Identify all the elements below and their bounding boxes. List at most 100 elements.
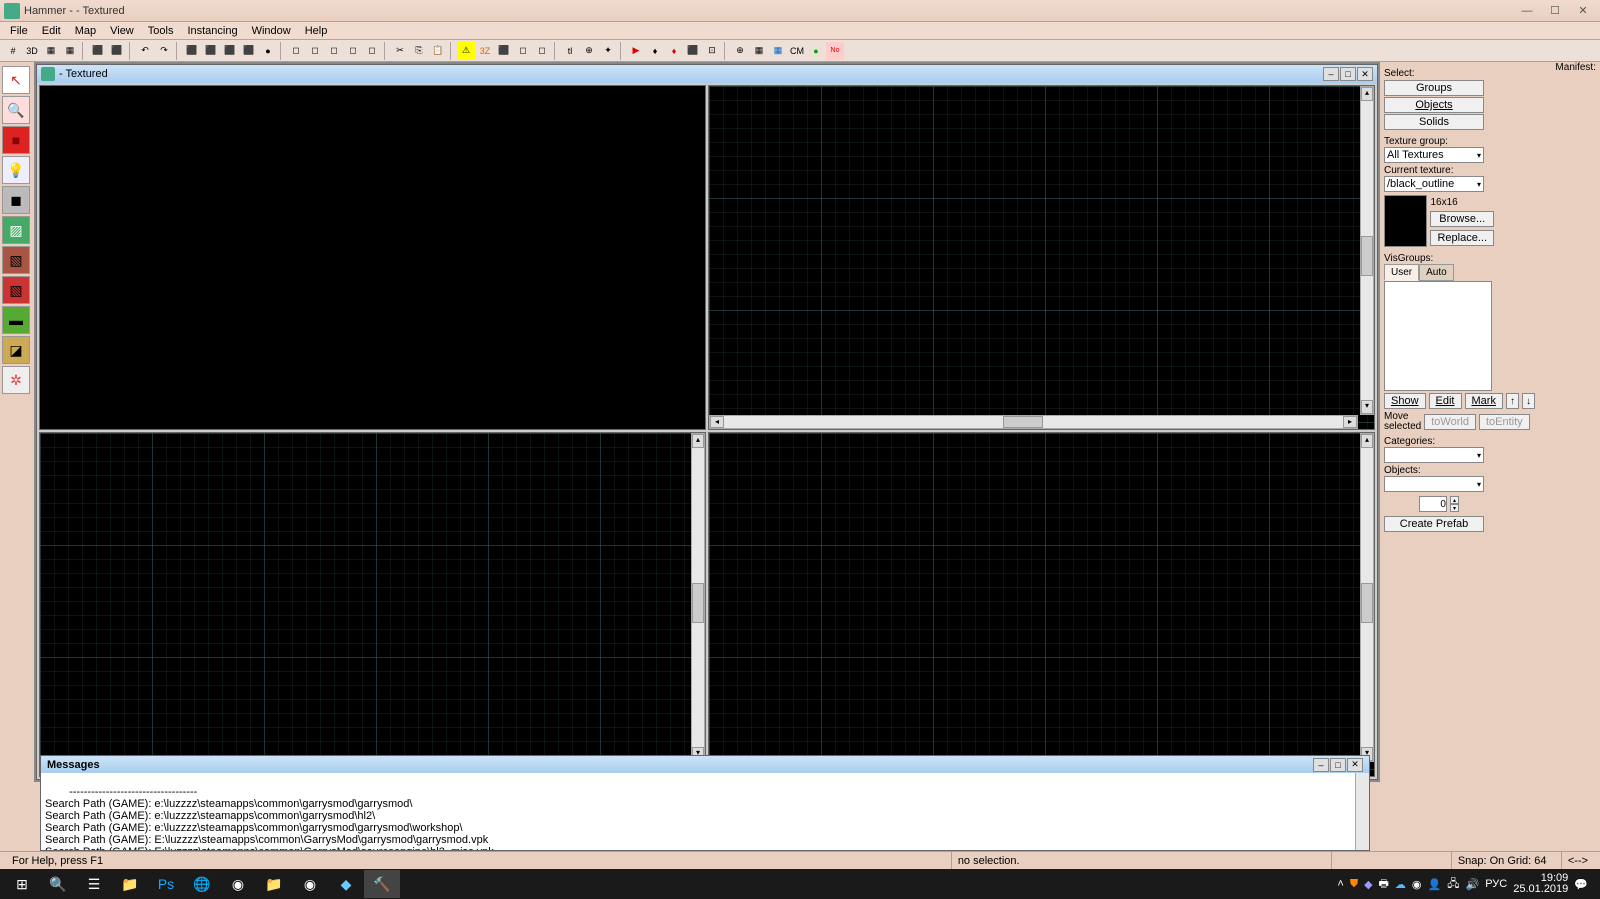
align-face-icon[interactable]: ◻ [533,42,551,60]
spin-up-button[interactable]: ▴ [1450,496,1459,504]
run-map-icon[interactable]: ▶ [627,42,645,60]
visgroups-show-button[interactable]: Show [1384,393,1426,409]
toggle-cordon-icon[interactable]: ◻ [287,42,305,60]
show-helpers-icon[interactable]: ♦ [665,42,683,60]
toggle-grid-icon[interactable]: # [4,42,22,60]
hammer-taskbar-icon[interactable]: 🔨 [364,870,400,898]
ungroup-icon[interactable]: ⬛ [221,42,239,60]
minimize-button[interactable]: — [1514,3,1540,19]
cut-icon[interactable]: ✂ [391,42,409,60]
visgroups-edit-button[interactable]: Edit [1429,393,1462,409]
photoshop-icon[interactable]: Ps [148,870,184,898]
replace-button[interactable]: Replace... [1430,230,1494,246]
show-detail-icon[interactable]: ⊕ [731,42,749,60]
displacement-walk-icon[interactable]: ✦ [599,42,617,60]
doc-maximize-button[interactable]: □ [1340,67,1356,81]
task-view-icon[interactable]: ☰ [76,870,112,898]
chrome-icon[interactable]: 🌐 [184,870,220,898]
grid-larger-icon[interactable]: ▦ [61,42,79,60]
texture-lock-scale-icon[interactable]: ⬛ [495,42,513,60]
show-nodraws-icon[interactable]: ▦ [750,42,768,60]
apply-texture-tool-icon[interactable]: ▧ [2,246,30,274]
search-icon[interactable]: 🔍 [40,870,76,898]
current-texture-select[interactable]: /black_outline [1384,176,1484,192]
tray-language[interactable]: РУС [1485,878,1507,890]
spin-down-button[interactable]: ▾ [1450,504,1459,512]
tray-steam-icon[interactable]: ◉ [1412,878,1422,891]
grid-smaller-icon[interactable]: ▦ [42,42,60,60]
toggle-auto-select-icon[interactable]: ⚠ [457,42,475,60]
portalfile-icon[interactable]: ⊡ [703,42,721,60]
scrollbar-horizontal[interactable]: ◂▸ [709,415,1358,429]
visgroups-mark-button[interactable]: Mark [1465,393,1503,409]
menu-map[interactable]: Map [69,24,102,38]
faces-spinner[interactable] [1419,496,1447,512]
menu-instancing[interactable]: Instancing [181,24,243,38]
quick-hide-icon[interactable]: ⬛ [684,42,702,60]
file-explorer-icon[interactable]: 📁 [112,870,148,898]
objects-select[interactable] [1384,476,1484,492]
menu-window[interactable]: Window [246,24,297,38]
align-world-icon[interactable]: ◻ [514,42,532,60]
magnify-tool-icon[interactable]: 🔍 [2,96,30,124]
menu-tools[interactable]: Tools [142,24,180,38]
tray-printer-icon[interactable]: 🖶 [1379,875,1389,894]
msg-close-button[interactable]: ✕ [1347,758,1363,772]
tray-discord-icon[interactable]: ◆ [1364,878,1372,891]
visgroups-up-button[interactable]: ↑ [1506,393,1519,409]
menu-view[interactable]: View [104,24,140,38]
hide-icon[interactable]: ● [259,42,277,60]
browse-button[interactable]: Browse... [1430,211,1494,227]
menu-help[interactable]: Help [299,24,334,38]
entity-tool-icon[interactable]: 💡 [2,156,30,184]
undo-icon[interactable]: ↶ [136,42,154,60]
menu-file[interactable]: File [4,24,34,38]
folder-icon[interactable]: 📁 [256,870,292,898]
texture-group-select[interactable]: All Textures [1384,147,1484,163]
doc-close-button[interactable]: ✕ [1357,67,1373,81]
steam2-icon[interactable]: ◉ [292,870,328,898]
paste-icon[interactable]: 📋 [429,42,447,60]
messages-scrollbar[interactable] [1355,773,1369,850]
texture-left-icon[interactable]: tl [561,42,579,60]
steam-icon[interactable]: ◉ [220,870,256,898]
texture-tool-icon[interactable]: ▨ [2,216,30,244]
viewport-3d[interactable] [39,85,706,430]
select-groups-button[interactable]: Groups [1384,80,1484,96]
toworld-button[interactable]: toWorld [1424,414,1476,430]
tray-volume-icon[interactable]: 🔊 [1466,878,1480,891]
msg-maximize-button[interactable]: □ [1330,758,1346,772]
tray-people-icon[interactable]: 👤 [1428,878,1442,891]
clipping-tool-icon[interactable]: ◪ [2,336,30,364]
scrollbar-vertical[interactable]: ▴▾ [1360,433,1374,762]
decal-tool-icon[interactable]: ▧ [2,276,30,304]
camera-tool-icon[interactable]: ■ [2,126,30,154]
tray-notifications-icon[interactable]: 💬 [1574,878,1588,891]
load-window-icon[interactable]: ⬛ [89,42,107,60]
tray-clock[interactable]: 19:09 25.01.2019 [1513,873,1568,895]
tray-network-icon[interactable]: 🖧 [1447,875,1459,894]
toentity-button[interactable]: toEntity [1479,414,1530,430]
app1-icon[interactable]: ◆ [328,870,364,898]
group-icon[interactable]: ⬛ [202,42,220,60]
visgroups-list[interactable] [1384,281,1492,391]
collision-model-icon[interactable]: CM [788,42,806,60]
toggle-3d-grid-icon[interactable]: 3D [23,42,41,60]
msg-minimize-button[interactable]: – [1313,758,1329,772]
create-prefab-button[interactable]: Create Prefab [1384,516,1484,532]
hide-items-icon[interactable]: ♦ [646,42,664,60]
overlay-tool-icon[interactable]: ▬ [2,306,30,334]
select-objects-button[interactable]: Objects [1384,97,1484,113]
vertex-tool-icon[interactable]: ✲ [2,366,30,394]
tray-onedrive-icon[interactable]: ☁ [1395,878,1406,891]
scrollbar-vertical[interactable]: ▴▾ [1360,86,1374,415]
categories-select[interactable] [1384,447,1484,463]
edit-cordon-icon[interactable]: ◻ [306,42,324,60]
viewport-front[interactable]: ▴▾ ◂▸ [39,432,706,777]
nodraw-icon[interactable]: No [826,42,844,60]
redo-icon[interactable]: ↷ [155,42,173,60]
visgroups-down-button[interactable]: ↓ [1522,393,1535,409]
visgroups-tab-auto[interactable]: Auto [1419,264,1454,281]
show-models-icon[interactable]: ● [807,42,825,60]
doc-minimize-button[interactable]: – [1323,67,1339,81]
